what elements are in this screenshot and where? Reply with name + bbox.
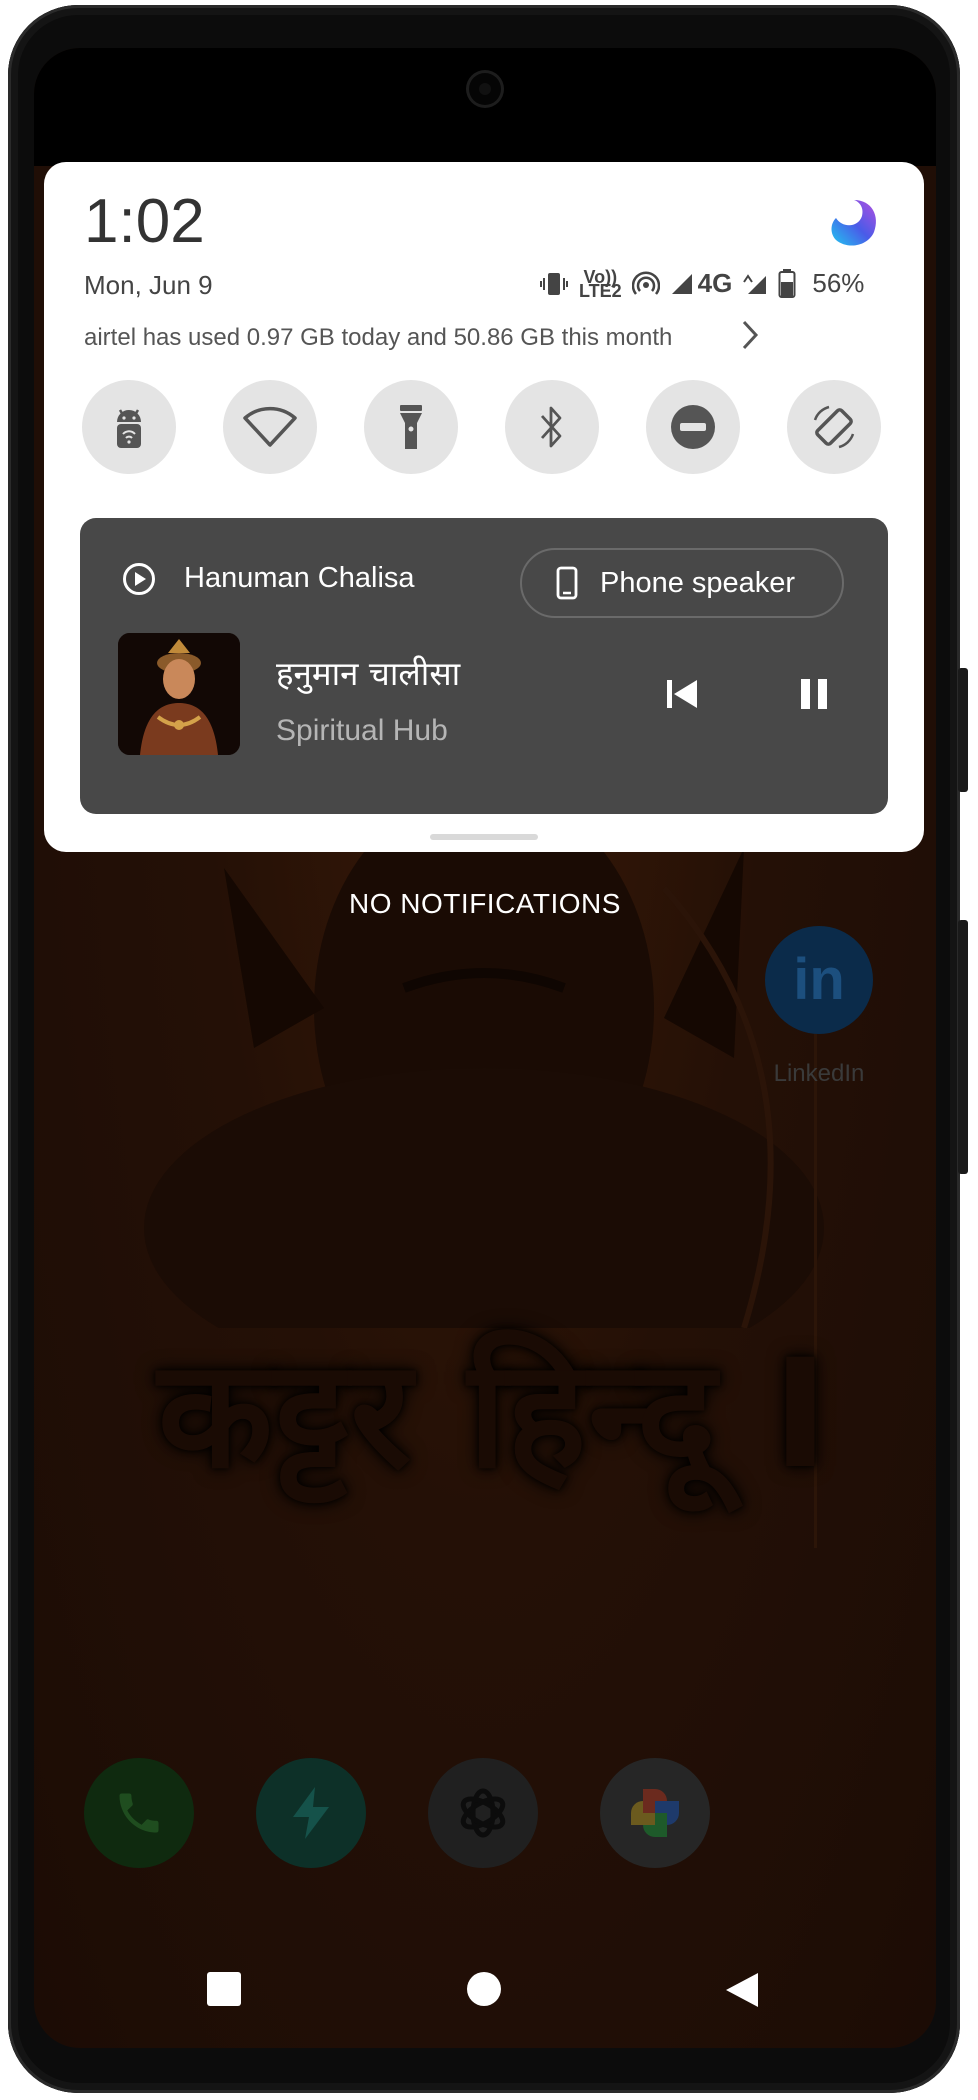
- bolt-icon: [293, 1787, 329, 1839]
- output-device-button[interactable]: Phone speaker: [520, 548, 844, 618]
- output-device-label: Phone speaker: [600, 566, 796, 599]
- clock: 1:02: [84, 187, 205, 256]
- hotspot-icon: [631, 270, 660, 295]
- qs-tile-wifi[interactable]: [223, 380, 317, 474]
- power-button: [958, 920, 968, 1174]
- wallpaper-figure: [144, 808, 824, 1328]
- rotate-icon: [813, 405, 855, 449]
- phone-icon: [119, 1793, 159, 1833]
- album-art: [118, 633, 240, 755]
- data-usage-text[interactable]: airtel has used 0.97 GB today and 50.86 …: [84, 324, 672, 352]
- pause-button[interactable]: [798, 678, 830, 715]
- shade-drag-handle[interactable]: [430, 834, 538, 840]
- vibrate-icon: [540, 272, 568, 295]
- volume-button: [958, 668, 968, 792]
- notification-shade: 1:02 Mon, Jun 9 Vo)) LTE2 4G 56% airtel …: [44, 162, 924, 852]
- date: Mon, Jun 9: [84, 270, 213, 300]
- back-button[interactable]: [724, 1971, 760, 2009]
- pause-icon: [801, 679, 827, 709]
- chatgpt-icon: [460, 1788, 506, 1838]
- linkedin-app[interactable]: in LinkedIn: [759, 926, 879, 1088]
- qs-tile-dnd[interactable]: [646, 380, 740, 474]
- quick-settings: [82, 380, 882, 474]
- front-camera: [466, 70, 504, 108]
- bluetooth-icon: [540, 406, 562, 448]
- phone-speaker-icon: [556, 566, 578, 600]
- home-button[interactable]: [466, 1971, 502, 2007]
- phone-app[interactable]: [84, 1758, 194, 1868]
- flashlight-icon: [400, 405, 422, 449]
- recents-button[interactable]: [206, 1971, 242, 2007]
- network-type: 4G: [697, 268, 733, 298]
- qs-tile-auto-rotate[interactable]: [787, 380, 881, 474]
- skip-previous-icon: [667, 680, 697, 708]
- status-bar-area: [34, 48, 936, 166]
- play-circle-icon: [123, 563, 155, 595]
- triangle-back-icon: [726, 1973, 758, 2007]
- navigation-bar: [34, 1943, 936, 2033]
- volte-indicator: Vo)) LTE2: [579, 266, 622, 301]
- qs-tile-flashlight[interactable]: [364, 380, 458, 474]
- android-icon: [117, 409, 141, 448]
- signal-icon: [671, 273, 692, 294]
- chevron-right-icon[interactable]: [740, 318, 760, 352]
- album-art-image: [118, 633, 240, 755]
- no-notifications-label: NO NOTIFICATIONS: [349, 888, 621, 919]
- track-title: हनुमान चालीसा: [276, 654, 461, 693]
- media-app-name: Hanuman Chalisa: [184, 562, 415, 594]
- chatgpt-app[interactable]: [428, 1758, 538, 1868]
- square-icon: [207, 1972, 241, 2006]
- linkedin-label: LinkedIn: [773, 1060, 865, 1087]
- previous-track-button[interactable]: [664, 678, 700, 715]
- wallpaper-text: कट्टर हिन्दू I: [157, 1328, 831, 1502]
- signal-2-icon: [743, 273, 767, 294]
- circle-icon: [467, 1972, 501, 2006]
- battery-percent: 56%: [812, 268, 865, 298]
- dnd-icon: [671, 405, 715, 449]
- track-artist: Spiritual Hub: [276, 714, 448, 747]
- wifi-icon: [243, 406, 297, 447]
- photos-app[interactable]: [600, 1758, 710, 1868]
- system-status-icons: Vo)) LTE2 4G 56%: [539, 266, 865, 301]
- qs-tile-android[interactable]: [82, 380, 176, 474]
- bolt-app[interactable]: [256, 1758, 366, 1868]
- media-player-card[interactable]: Hanuman Chalisa Phone speaker हनुमान चाल…: [80, 518, 888, 814]
- screen: कट्टर हिन्दू I in LinkedIn NO NOTIFICATI…: [34, 48, 936, 2048]
- battery-icon: [778, 268, 796, 298]
- photos-icon: [631, 1789, 679, 1837]
- assistant-icon[interactable]: [828, 198, 880, 250]
- linkedin-icon: in: [765, 926, 873, 1034]
- qs-tile-bluetooth[interactable]: [505, 380, 599, 474]
